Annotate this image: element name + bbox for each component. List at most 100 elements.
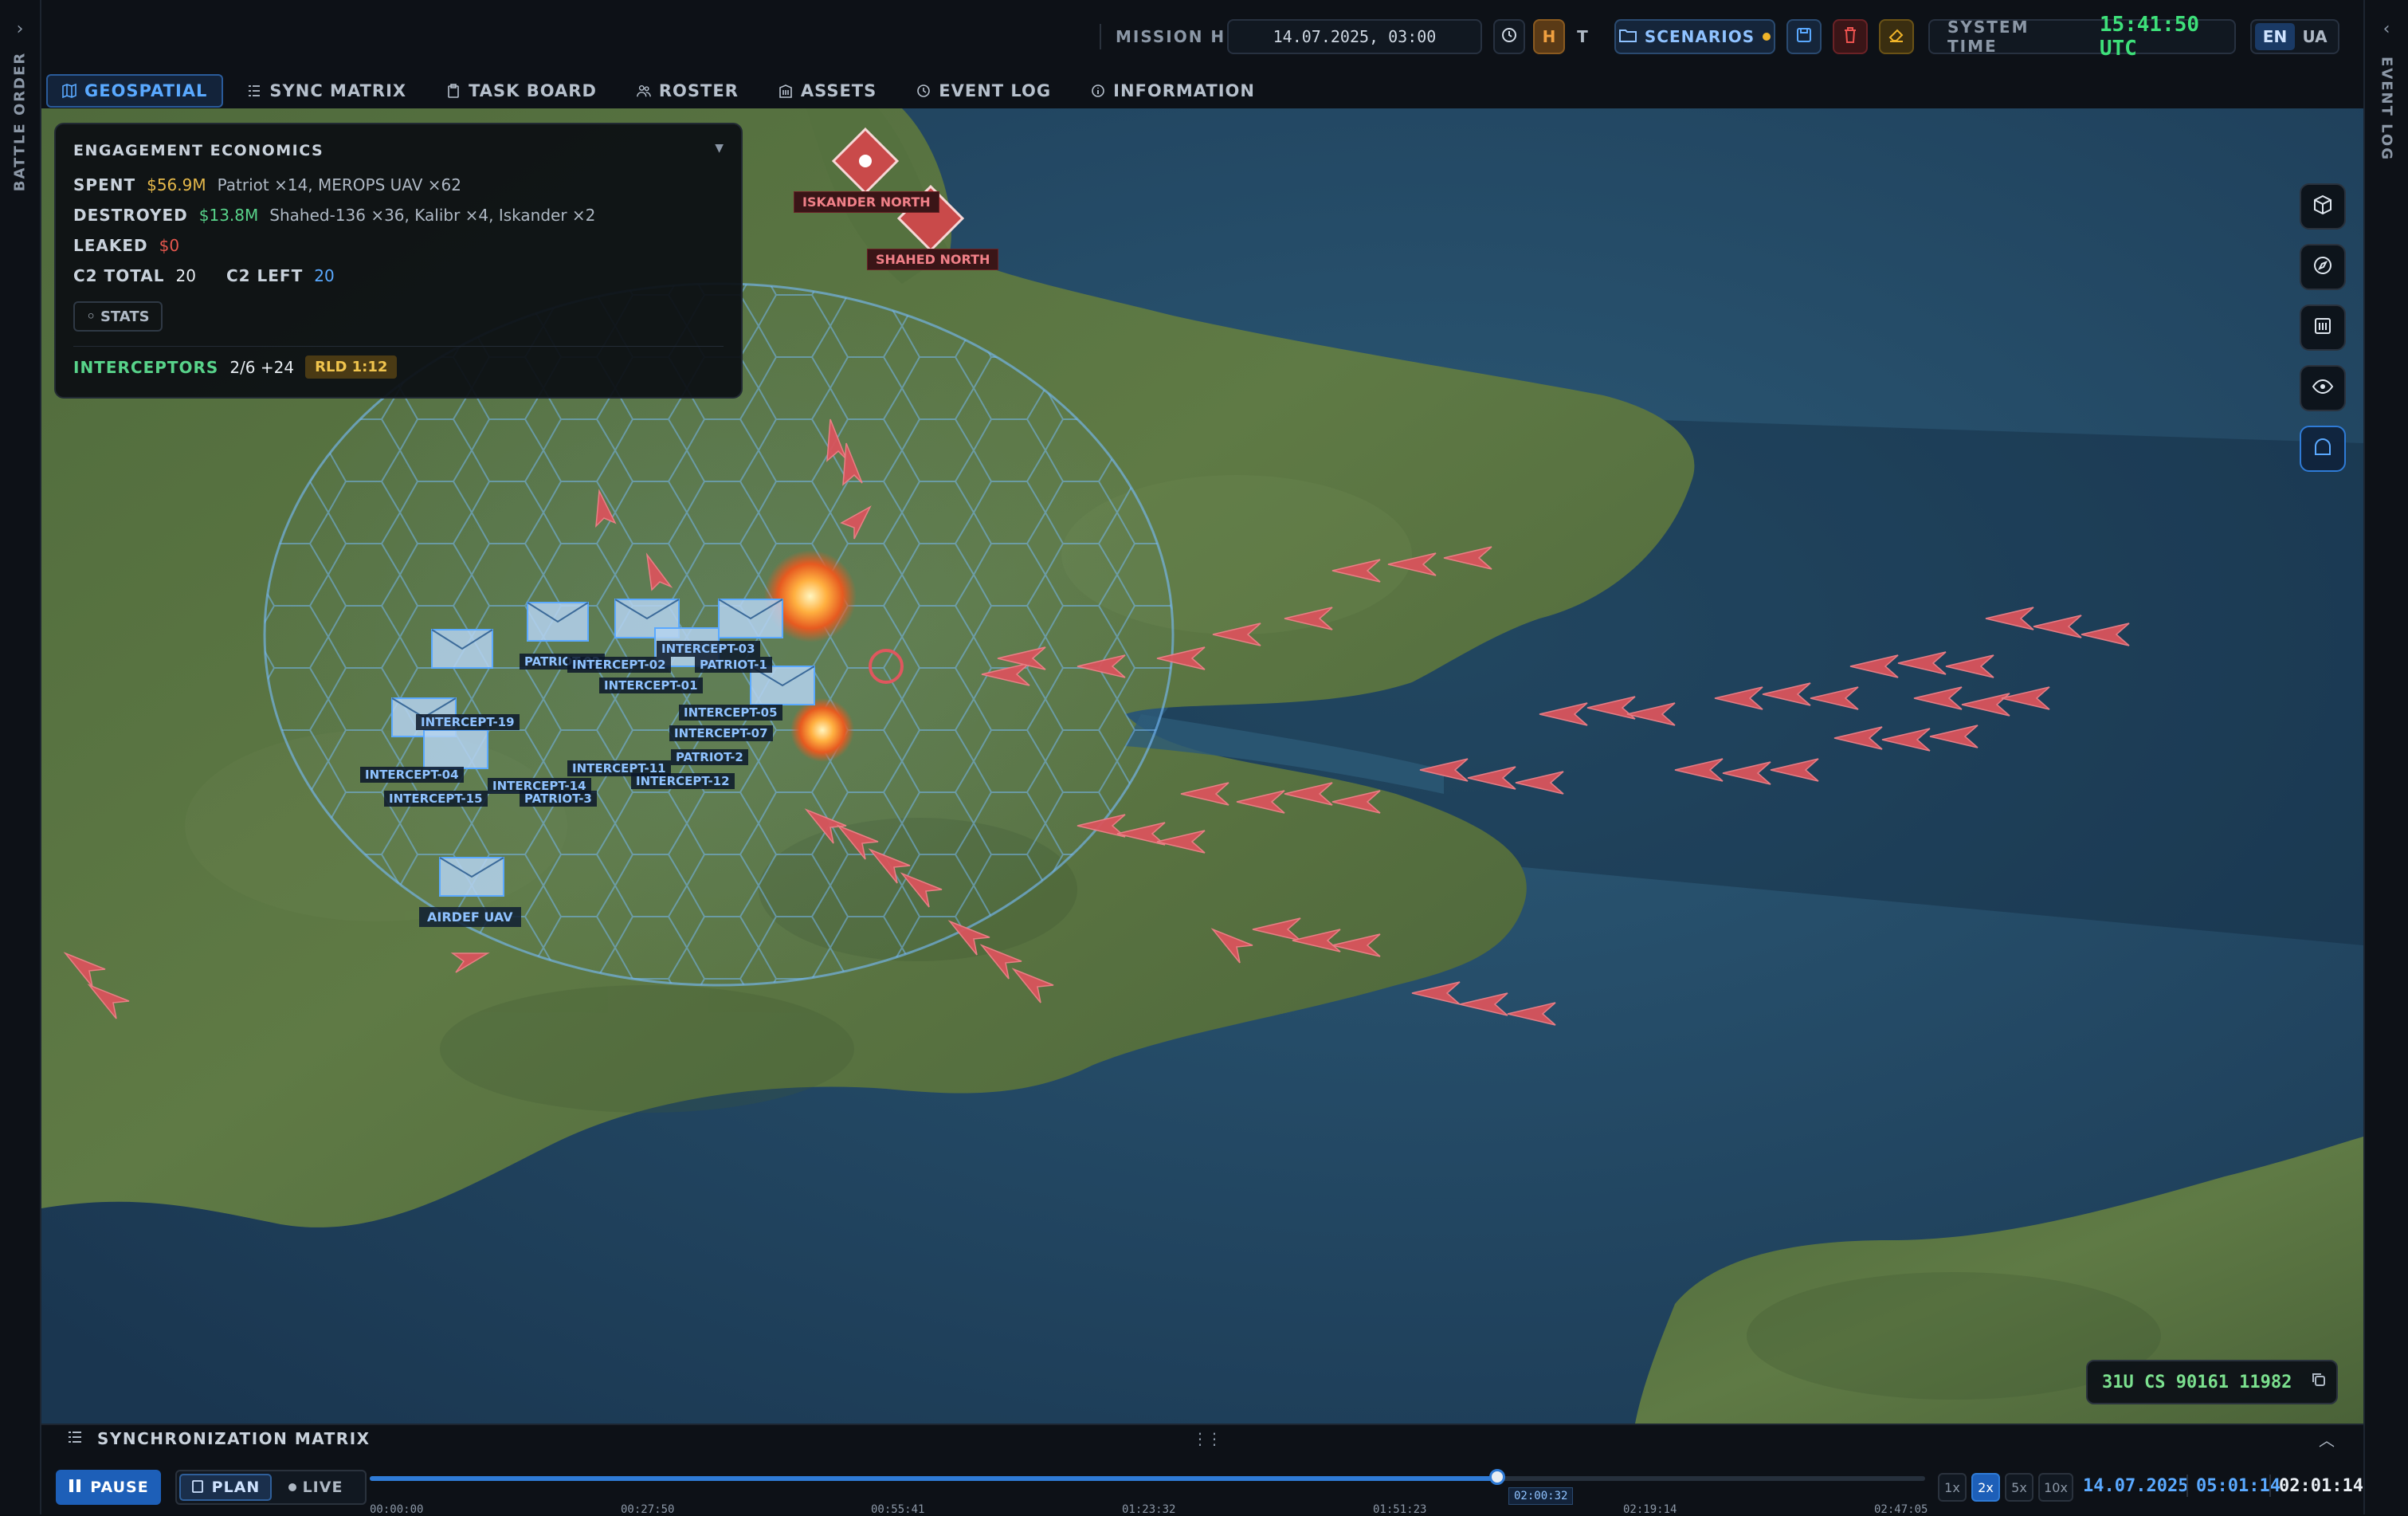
copy-icon[interactable] [2311, 1372, 2327, 1392]
unit-label[interactable]: INTERCEPT-05 [679, 705, 782, 721]
unit-label[interactable]: PATRIOT-2 [671, 749, 748, 765]
eraser-button[interactable] [1879, 19, 1914, 54]
unit-label[interactable]: INTERCEPT-07 [669, 725, 773, 741]
lang-en-button[interactable]: EN [2255, 23, 2295, 50]
trash-icon [1842, 26, 1858, 48]
list-icon [67, 1430, 83, 1447]
clipboard-icon [191, 1479, 204, 1497]
clock-button[interactable] [1493, 19, 1525, 54]
timeline-track[interactable]: 02:00:32 [370, 1469, 1925, 1505]
main-tabs: GEOSPATIAL SYNC MATRIX TASK BOARD ROSTER… [41, 73, 2363, 108]
spent-detail: Patriot ×14, MEROPS UAV ×62 [217, 175, 461, 194]
expand-right-icon[interactable]: ‹ [2365, 19, 2408, 39]
event-log-rail[interactable]: ‹ EVENT LOG [2363, 0, 2408, 1514]
spent-value: $56.9M [147, 175, 206, 194]
c2-total-value: 20 [175, 266, 196, 285]
sync-matrix-header[interactable]: SYNCHRONIZATION MATRIX ⋮⋮ ︿ [41, 1424, 2363, 1452]
c2-left-value: 20 [314, 266, 335, 285]
compass-button[interactable] [2300, 244, 2346, 290]
unit-label[interactable]: INTERCEPT-11 [567, 760, 671, 776]
spent-label: SPENT [73, 175, 136, 194]
interceptors-label: INTERCEPTORS [73, 357, 219, 377]
engagement-economics-panel: ENGAGEMENT ECONOMICS ▼ SPENT $56.9M Patr… [54, 123, 743, 399]
info-icon [1091, 84, 1105, 98]
mgrs-coordinate: 31U CS 90161 11982 [2102, 1372, 2292, 1392]
shield-layer-button[interactable] [2300, 426, 2346, 472]
scenarios-button[interactable]: SCENARIOS [1614, 19, 1775, 54]
unit-label[interactable]: PATRIOT-1 [695, 657, 772, 673]
divider [1100, 24, 1101, 49]
tab-label: EVENT LOG [939, 81, 1052, 100]
expand-up-icon[interactable]: ︿ [2319, 1428, 2335, 1451]
battle-order-rail[interactable]: › BATTLE ORDER [0, 0, 41, 1514]
speed-5x-button[interactable]: 5x [2005, 1473, 2033, 1502]
unit-label[interactable]: INTERCEPT-03 [657, 641, 760, 657]
leaked-row: LEAKED $0 [73, 236, 179, 255]
destroyed-value: $13.8M [198, 206, 259, 225]
delete-button[interactable] [1833, 19, 1868, 54]
stats-button[interactable]: ◦ STATS [73, 301, 163, 332]
live-mode-button[interactable]: LIVE [272, 1474, 359, 1501]
save-button[interactable] [1786, 19, 1822, 54]
dome-icon [2312, 437, 2333, 461]
h-toggle[interactable]: H [1533, 19, 1565, 54]
tab-label: ASSETS [800, 81, 877, 100]
t-toggle[interactable]: T [1567, 19, 1598, 54]
eraser-icon [1888, 26, 1905, 48]
c2-row: C2 TOTAL 20 C2 LEFT 20 [73, 266, 335, 285]
buildings-button[interactable] [2300, 304, 2346, 351]
visibility-button[interactable] [2300, 365, 2346, 411]
panel-divider [73, 346, 724, 347]
rld-badge: RLD 1:12 [305, 355, 398, 379]
destroyed-row: DESTROYED $13.8M Shahed-136 ×36, Kalibr … [73, 206, 595, 225]
timeline-scrubber[interactable] [1489, 1469, 1505, 1485]
destroyed-label: DESTROYED [73, 206, 188, 225]
plan-mode-button[interactable]: PLAN [179, 1474, 272, 1501]
current-time-marker: 02:00:32 [1508, 1487, 1574, 1505]
unit-label[interactable]: INTERCEPT-15 [384, 791, 488, 807]
lang-ua-button[interactable]: UA [2295, 23, 2335, 50]
unit-label[interactable]: INTERCEPT-02 [567, 657, 671, 673]
pause-button[interactable]: PAUSE [56, 1470, 161, 1505]
unit-label[interactable]: INTERCEPT-19 [416, 714, 520, 730]
tab-roster[interactable]: ROSTER [621, 74, 755, 108]
list-icon [247, 84, 261, 98]
live-dot-icon [288, 1483, 296, 1491]
divider [2269, 1475, 2271, 1497]
tab-label: SYNC MATRIX [269, 81, 407, 100]
tab-event-log[interactable]: EVENT LOG [900, 74, 1067, 108]
coordinate-readout: 31U CS 90161 11982 [2086, 1360, 2338, 1404]
interceptors-row: INTERCEPTORS 2/6 +24 RLD 1:12 [73, 355, 398, 379]
people-icon [637, 84, 651, 98]
interceptors-value: 2/6 +24 [229, 357, 295, 377]
folder-icon [1618, 27, 1637, 46]
timeline-clock: 05:01:14 [2196, 1476, 2281, 1496]
speed-2x-button[interactable]: 2x [1971, 1473, 2000, 1502]
spent-row: SPENT $56.9M Patriot ×14, MEROPS UAV ×62 [73, 175, 461, 194]
view-3d-button[interactable] [2300, 183, 2346, 230]
unit-label[interactable]: INTERCEPT-04 [360, 767, 464, 783]
unit-label[interactable]: INTERCEPT-01 [599, 677, 703, 693]
drag-handle-icon[interactable]: ⋮⋮ [1192, 1429, 1222, 1448]
tab-geospatial[interactable]: GEOSPATIAL [46, 74, 224, 108]
tab-task-board[interactable]: TASK BOARD [430, 74, 613, 108]
tab-assets[interactable]: ASSETS [763, 74, 892, 108]
leaked-label: LEAKED [73, 236, 148, 255]
collapse-panel-icon[interactable]: ▼ [715, 142, 724, 155]
tab-label: INFORMATION [1113, 81, 1255, 100]
unit-label[interactable]: PATRIOT-3 [520, 791, 597, 807]
c2-total-label: C2 TOTAL [73, 266, 165, 285]
mission-datetime-field[interactable]: 14.07.2025, 03:00 [1227, 19, 1482, 54]
battle-order-label: BATTLE ORDER [11, 51, 29, 192]
tab-label: TASK BOARD [469, 81, 597, 100]
speed-10x-button[interactable]: 10x [2038, 1473, 2073, 1502]
speed-1x-button[interactable]: 1x [1938, 1473, 1967, 1502]
tab-sync-matrix[interactable]: SYNC MATRIX [231, 74, 422, 108]
expand-left-icon[interactable]: › [0, 19, 40, 39]
panel-title: ENGAGEMENT ECONOMICS [73, 142, 324, 159]
tab-information[interactable]: INFORMATION [1075, 74, 1271, 108]
building-icon [778, 84, 793, 98]
plan-label: PLAN [211, 1479, 261, 1496]
destroyed-detail: Shahed-136 ×36, Kalibr ×4, Iskander ×2 [269, 206, 596, 225]
stats-label: STATS [100, 308, 150, 325]
